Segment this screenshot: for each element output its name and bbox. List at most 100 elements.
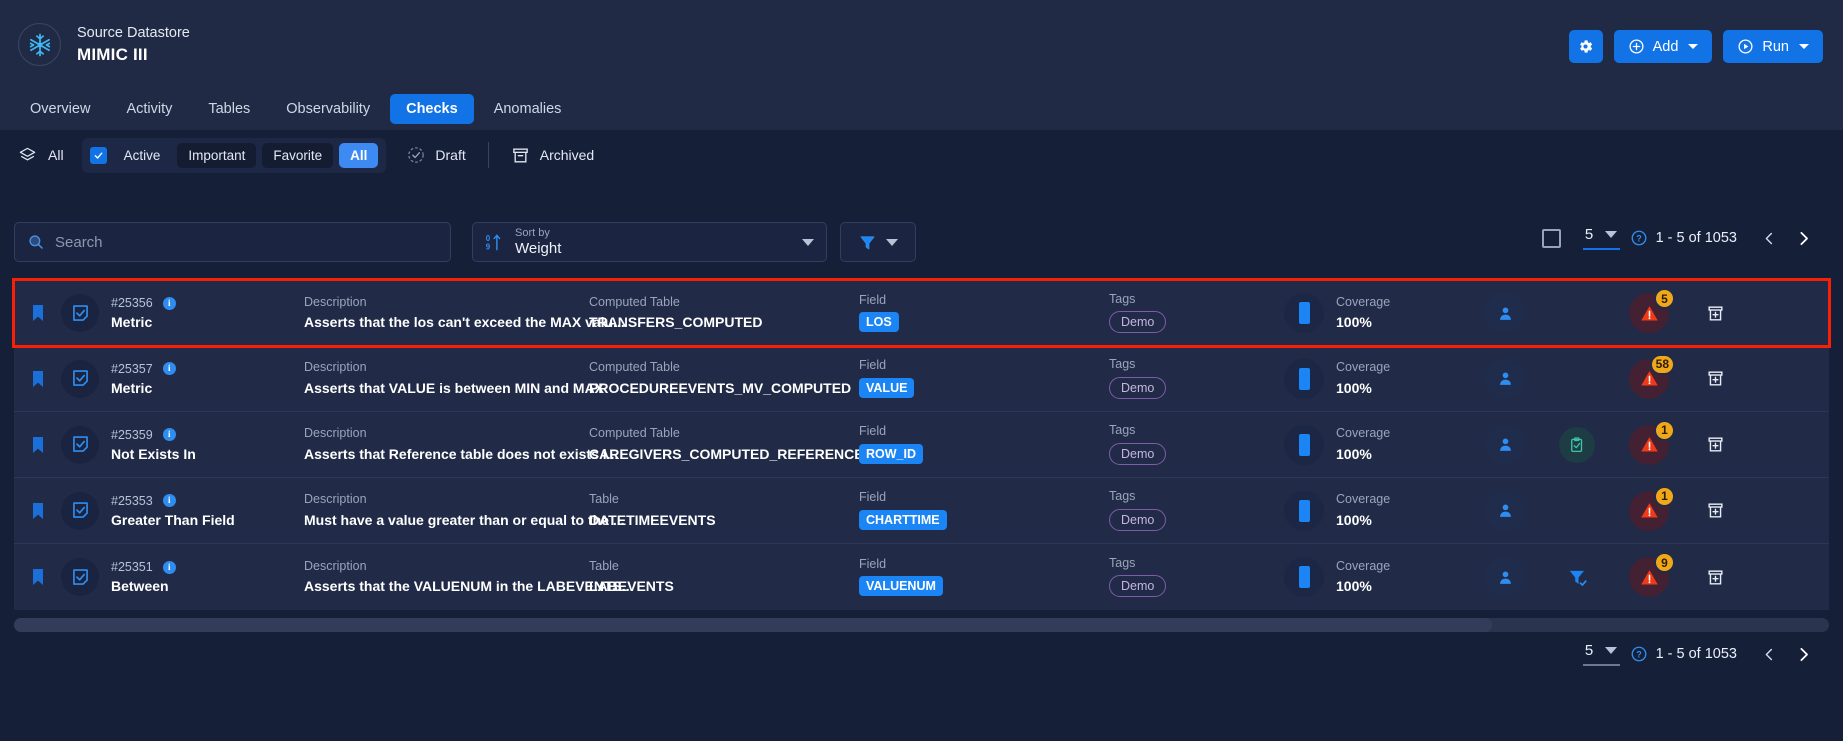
archive-row-button[interactable]: [1685, 501, 1745, 520]
tab-activity[interactable]: Activity: [110, 94, 188, 124]
help-button-bottom[interactable]: ?: [1630, 645, 1648, 663]
archive-row-button[interactable]: [1685, 369, 1745, 388]
play-circle-icon: [1738, 39, 1753, 54]
draft-circle-icon: [408, 147, 425, 163]
table-row[interactable]: #25353 i Greater Than Field Description …: [14, 478, 1829, 544]
table-cell: Table DATETIMEEVENTS: [589, 492, 859, 528]
field-chip[interactable]: VALUE: [859, 377, 915, 398]
info-icon[interactable]: i: [162, 428, 176, 441]
owner-cell[interactable]: [1469, 424, 1541, 465]
extra-icon-cell[interactable]: [1541, 426, 1613, 463]
tag-chip[interactable]: Demo: [1109, 376, 1167, 399]
field-chip[interactable]: LOS: [859, 312, 899, 333]
alert-cell[interactable]: 58: [1613, 353, 1685, 399]
filter-archived[interactable]: Archived: [511, 146, 594, 165]
scrollbar-thumb[interactable]: [14, 618, 1492, 632]
previous-page-button[interactable]: [1753, 231, 1786, 246]
check-type-name: Metric: [111, 314, 153, 330]
sort-by-select[interactable]: 0 9 Sort by Weight: [472, 222, 827, 262]
filter-active[interactable]: Active: [113, 143, 172, 168]
filter-check-icon: [1569, 570, 1587, 586]
check-document-icon: [72, 502, 88, 518]
archive-row-button[interactable]: [1685, 568, 1745, 587]
run-button[interactable]: Run: [1723, 30, 1823, 63]
select-all-checkbox[interactable]: [1541, 228, 1561, 248]
description-label: Description: [304, 492, 367, 507]
active-checkbox[interactable]: [89, 146, 107, 164]
tab-anomalies[interactable]: Anomalies: [478, 94, 578, 124]
alert-cell[interactable]: 1: [1613, 419, 1685, 465]
owner-cell[interactable]: [1469, 358, 1541, 399]
table-row[interactable]: #25356 i Metric Description Asserts that…: [12, 278, 1831, 348]
coverage-label: Coverage: [1336, 426, 1391, 441]
field-chip[interactable]: ROW_ID: [859, 443, 923, 464]
filter-divider: [487, 142, 489, 168]
table-row[interactable]: #25359 i Not Exists In Description Asser…: [14, 412, 1829, 478]
check-type-name: Greater Than Field: [111, 511, 235, 528]
owner-cell[interactable]: [1469, 293, 1541, 333]
description-label: Description: [304, 294, 367, 309]
info-icon[interactable]: i: [162, 296, 176, 310]
check-icon: [94, 152, 102, 159]
bookmark-icon[interactable]: [14, 304, 61, 322]
extra-icon-cell[interactable]: [1541, 559, 1613, 595]
bookmark-icon[interactable]: [14, 436, 61, 454]
info-icon[interactable]: i: [162, 494, 176, 507]
filter-all-chip[interactable]: All: [339, 142, 379, 168]
chevron-down-icon: [1605, 231, 1618, 238]
info-icon[interactable]: i: [162, 560, 176, 574]
tab-tables[interactable]: Tables: [192, 94, 266, 124]
previous-page-button-bottom[interactable]: [1753, 647, 1786, 662]
user-avatar: [1485, 424, 1525, 465]
filter-all[interactable]: All: [18, 146, 64, 165]
filter-all-label: All: [48, 147, 64, 163]
bookmark-icon[interactable]: [14, 502, 61, 520]
tab-checks[interactable]: Checks: [390, 94, 474, 124]
clipboard-check-icon-circle: [1559, 426, 1595, 463]
snowflake-icon: [29, 33, 50, 56]
filter-important[interactable]: Important: [177, 142, 257, 168]
tag-chip[interactable]: Demo: [1109, 508, 1167, 531]
tags-cell: Tags Demo: [1109, 423, 1284, 465]
field-chip[interactable]: VALUENUM: [859, 576, 943, 597]
chevron-down-icon: [1799, 44, 1809, 49]
table-row[interactable]: #25351 i Between Description Asserts tha…: [14, 544, 1829, 610]
next-page-button-bottom[interactable]: [1786, 646, 1821, 663]
bookmark-icon[interactable]: [14, 568, 61, 586]
page-size-select-bottom[interactable]: 5: [1582, 642, 1620, 666]
filter-favorite[interactable]: Favorite: [262, 142, 334, 168]
add-button[interactable]: Add: [1613, 30, 1713, 63]
field-chip[interactable]: CHARTTIME: [859, 509, 947, 530]
table-row[interactable]: #25357 i Metric Description Asserts that…: [14, 346, 1829, 412]
next-page-button[interactable]: [1786, 230, 1821, 247]
tag-chip[interactable]: Demo: [1109, 442, 1167, 465]
help-button[interactable]: ?: [1630, 229, 1648, 247]
filter-dropdown-button[interactable]: [840, 222, 916, 262]
archive-row-button[interactable]: [1685, 304, 1745, 323]
table-cell: Computed Table PROCEDUREEVENTS_MV_COMPUT…: [589, 360, 859, 396]
settings-button[interactable]: [1568, 30, 1603, 63]
bookmark-icon[interactable]: [14, 370, 61, 388]
alert-cell[interactable]: 9: [1613, 552, 1685, 597]
archive-row-button[interactable]: [1685, 435, 1745, 454]
user-icon: [1499, 372, 1511, 385]
alert-cell[interactable]: 5: [1613, 288, 1685, 333]
owner-cell[interactable]: [1469, 490, 1541, 531]
tab-overview[interactable]: Overview: [14, 94, 106, 124]
check-document-icon: [72, 304, 88, 321]
horizontal-scrollbar[interactable]: [14, 618, 1829, 632]
info-icon[interactable]: i: [162, 362, 176, 375]
chevron-left-icon: [1765, 648, 1773, 660]
svg-text:0: 0: [486, 233, 491, 242]
filter-draft[interactable]: Draft: [406, 145, 466, 165]
tag-chip[interactable]: Demo: [1109, 575, 1167, 598]
page-size-select[interactable]: 5: [1582, 226, 1620, 250]
user-icon: [1499, 306, 1511, 320]
search-input[interactable]: [55, 233, 438, 251]
tag-chip[interactable]: Demo: [1109, 311, 1167, 334]
owner-cell[interactable]: [1469, 557, 1541, 597]
description-cell: Description Asserts that Reference table…: [304, 426, 618, 462]
tab-observability[interactable]: Observability: [270, 94, 386, 124]
search-box[interactable]: [14, 222, 451, 262]
alert-cell[interactable]: 1: [1613, 485, 1685, 531]
